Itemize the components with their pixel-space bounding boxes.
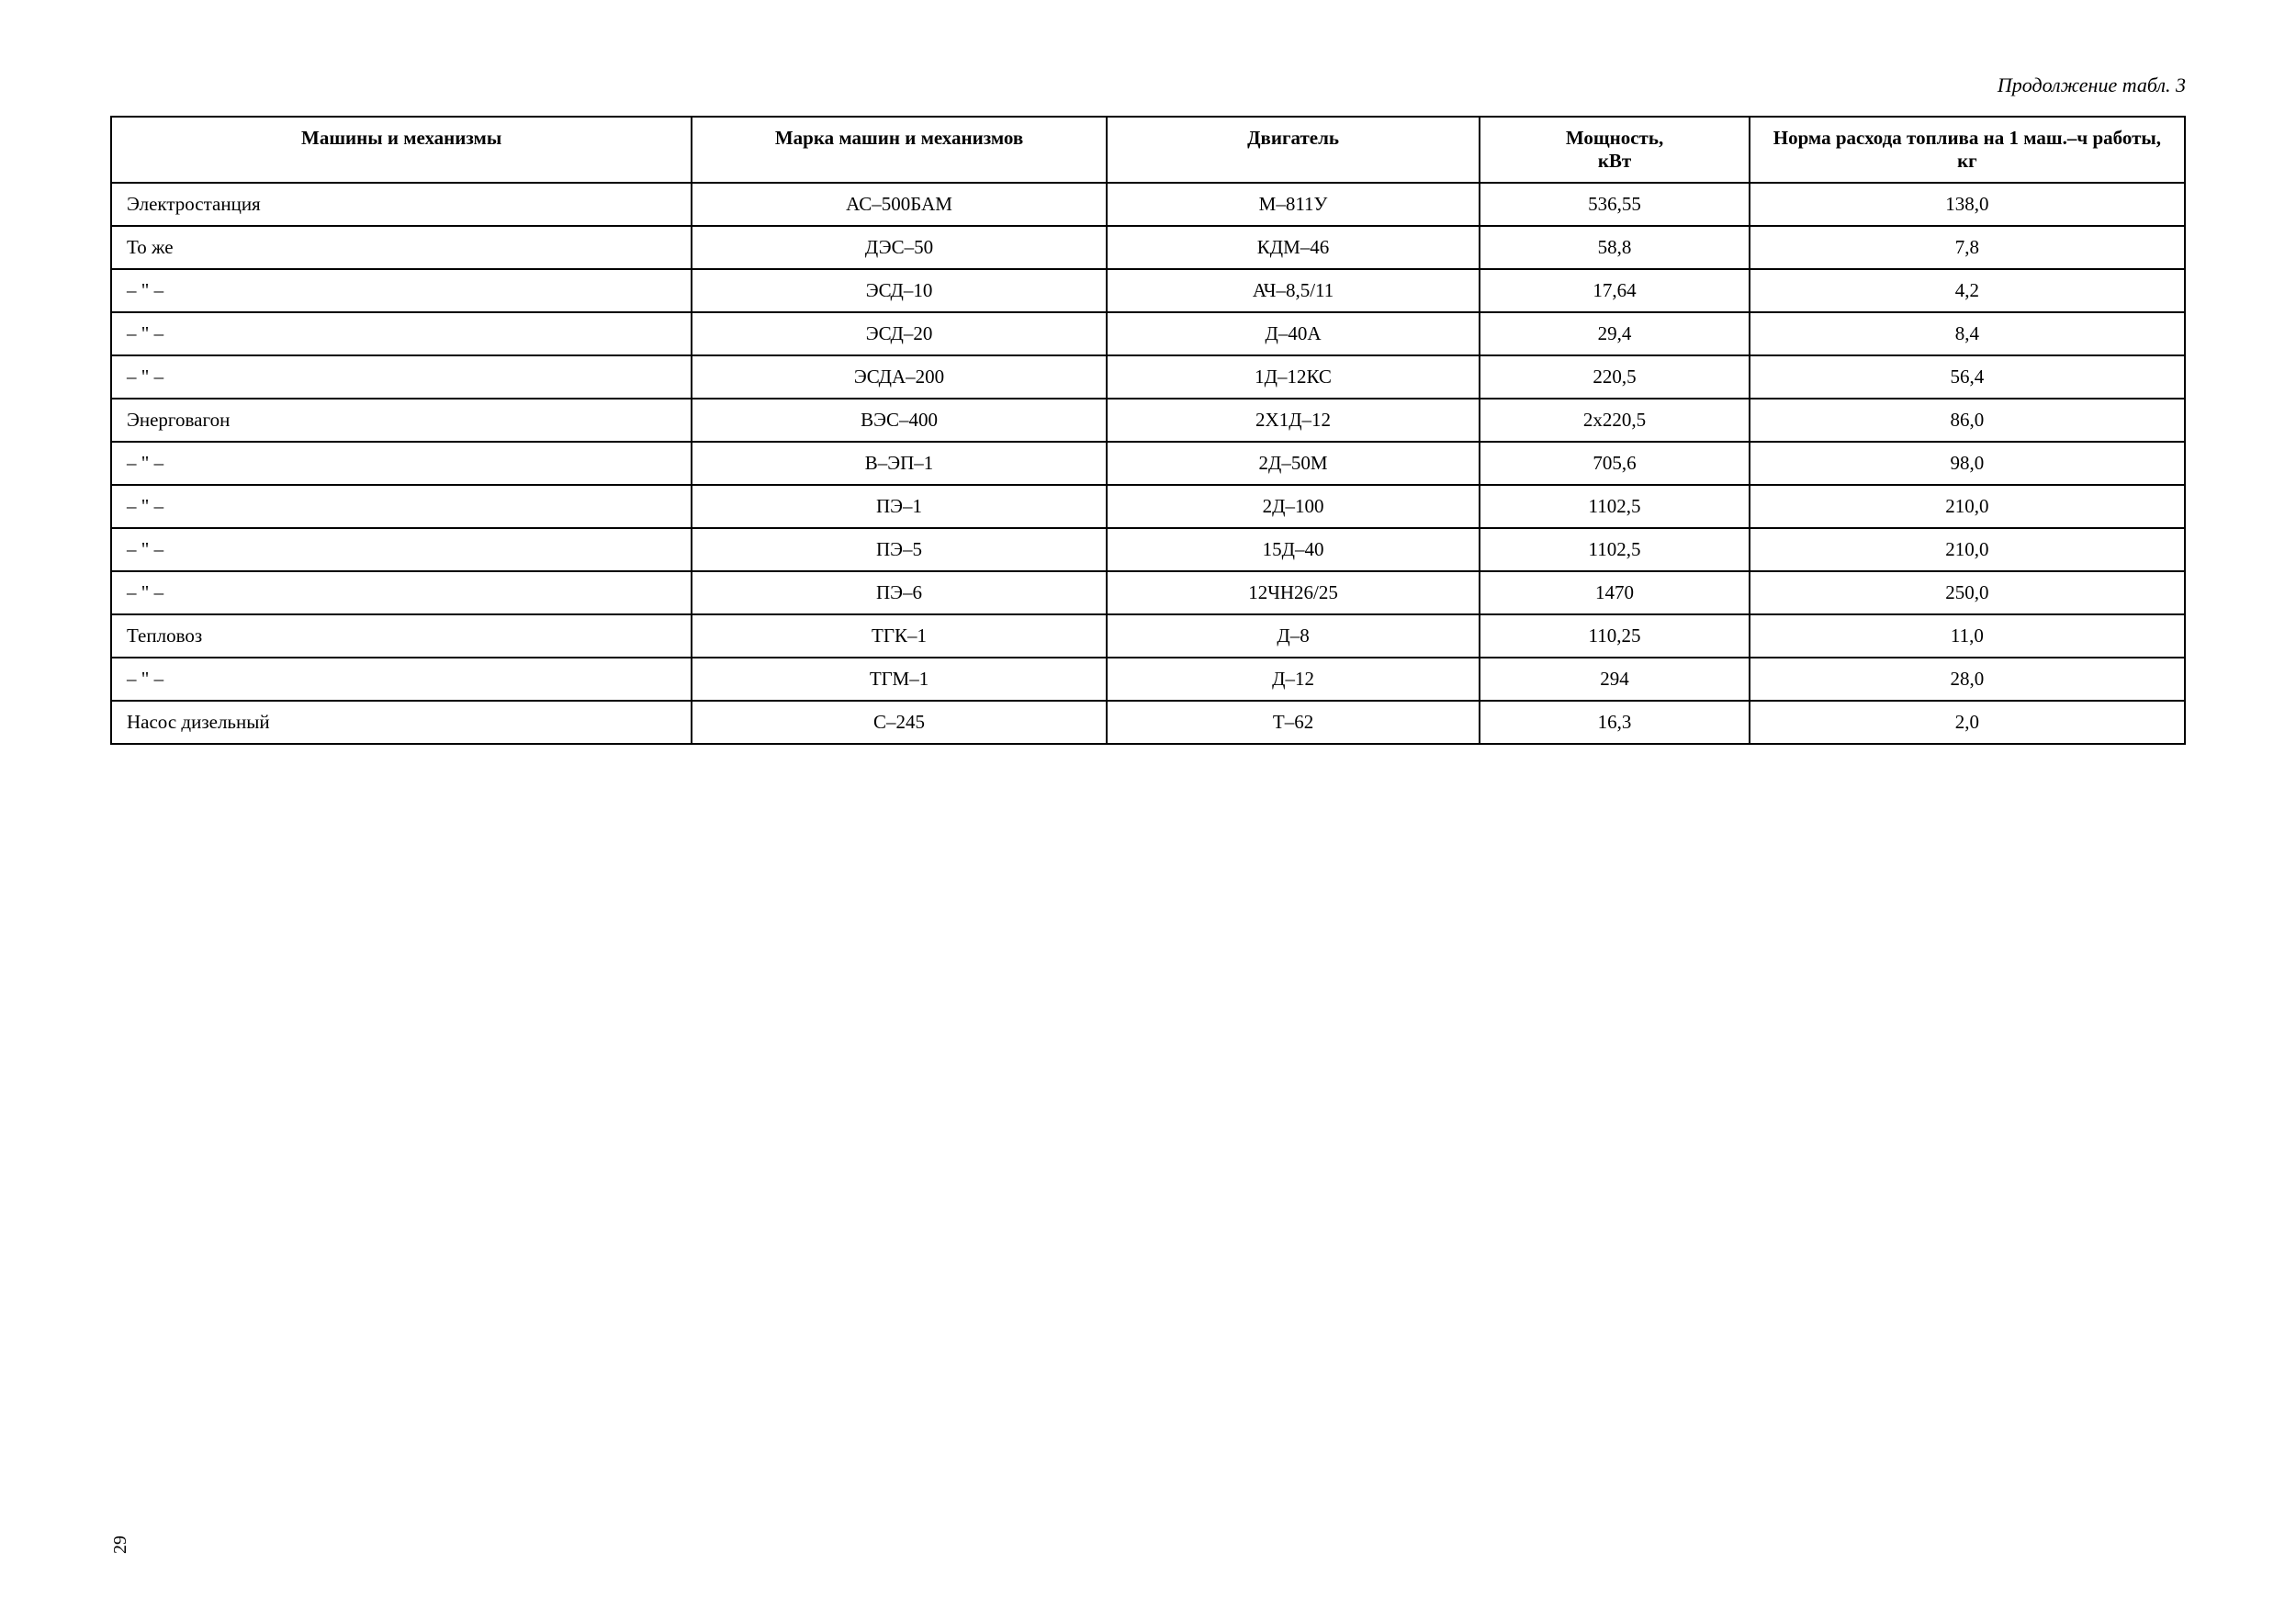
cell-power: 17,64 (1480, 269, 1750, 312)
cell-norm: 98,0 (1750, 442, 2185, 485)
cell-machine: – " – (111, 658, 692, 701)
cell-engine: Т–62 (1107, 701, 1480, 744)
cell-engine: 2Д–50М (1107, 442, 1480, 485)
cell-engine: 2Д–100 (1107, 485, 1480, 528)
cell-brand: ЭСД–20 (692, 312, 1107, 355)
cell-norm: 4,2 (1750, 269, 2185, 312)
table-row: – " –ПЭ–515Д–401102,5210,0 (111, 528, 2185, 571)
cell-engine: АЧ–8,5/11 (1107, 269, 1480, 312)
cell-power: 536,55 (1480, 183, 1750, 226)
cell-machine: – " – (111, 485, 692, 528)
cell-machine: – " – (111, 312, 692, 355)
table-row: ЭнерговагонВЭС–4002Х1Д–122х220,586,0 (111, 399, 2185, 442)
cell-machine: То же (111, 226, 692, 269)
cell-brand: АС–500БАМ (692, 183, 1107, 226)
header-machines: Машины и механизмы (111, 117, 692, 183)
cell-power: 29,4 (1480, 312, 1750, 355)
table-row: – " –ЭСД–20Д–40А29,48,4 (111, 312, 2185, 355)
cell-engine: КДМ–46 (1107, 226, 1480, 269)
table-row: – " –ЭСДА–2001Д–12КС220,556,4 (111, 355, 2185, 399)
cell-power: 220,5 (1480, 355, 1750, 399)
cell-power: 110,25 (1480, 614, 1750, 658)
cell-power: 294 (1480, 658, 1750, 701)
cell-norm: 8,4 (1750, 312, 2185, 355)
cell-machine: Тепловоз (111, 614, 692, 658)
cell-power: 2х220,5 (1480, 399, 1750, 442)
table-row: – " –В–ЭП–12Д–50М705,698,0 (111, 442, 2185, 485)
cell-engine: 1Д–12КС (1107, 355, 1480, 399)
header-brand: Марка машин и механизмов (692, 117, 1107, 183)
cell-brand: ВЭС–400 (692, 399, 1107, 442)
cell-norm: 86,0 (1750, 399, 2185, 442)
cell-machine: – " – (111, 571, 692, 614)
cell-engine: М–811У (1107, 183, 1480, 226)
page: Продолжение табл. 3 Машины и механизмы М… (0, 0, 2296, 1609)
continuation-label: Продолжение табл. 3 (110, 73, 2186, 97)
table-row: ТепловозТГК–1Д–8110,2511,0 (111, 614, 2185, 658)
cell-engine: Д–8 (1107, 614, 1480, 658)
cell-brand: ПЭ–6 (692, 571, 1107, 614)
table-row: – " –ПЭ–612ЧН26/251470250,0 (111, 571, 2185, 614)
cell-brand: ПЭ–5 (692, 528, 1107, 571)
cell-power: 1102,5 (1480, 485, 1750, 528)
header-engine: Двигатель (1107, 117, 1480, 183)
cell-brand: С–245 (692, 701, 1107, 744)
cell-brand: ТГМ–1 (692, 658, 1107, 701)
table-row: Насос дизельныйС–245Т–6216,32,0 (111, 701, 2185, 744)
cell-engine: Д–12 (1107, 658, 1480, 701)
table-row: ЭлектростанцияАС–500БАММ–811У536,55138,0 (111, 183, 2185, 226)
cell-norm: 7,8 (1750, 226, 2185, 269)
cell-power: 58,8 (1480, 226, 1750, 269)
cell-machine: – " – (111, 269, 692, 312)
table-row: То жеДЭС–50КДМ–4658,87,8 (111, 226, 2185, 269)
cell-norm: 138,0 (1750, 183, 2185, 226)
table-header-row: Машины и механизмы Марка машин и механиз… (111, 117, 2185, 183)
cell-engine: 12ЧН26/25 (1107, 571, 1480, 614)
cell-norm: 250,0 (1750, 571, 2185, 614)
cell-engine: Д–40А (1107, 312, 1480, 355)
cell-machine: Энерговагон (111, 399, 692, 442)
cell-brand: ЭСД–10 (692, 269, 1107, 312)
cell-machine: – " – (111, 528, 692, 571)
cell-norm: 2,0 (1750, 701, 2185, 744)
cell-power: 16,3 (1480, 701, 1750, 744)
cell-brand: В–ЭП–1 (692, 442, 1107, 485)
cell-machine: Насос дизельный (111, 701, 692, 744)
cell-norm: 56,4 (1750, 355, 2185, 399)
cell-brand: ПЭ–1 (692, 485, 1107, 528)
header-power: Мощность,кВт (1480, 117, 1750, 183)
cell-engine: 2Х1Д–12 (1107, 399, 1480, 442)
cell-power: 1470 (1480, 571, 1750, 614)
cell-power: 705,6 (1480, 442, 1750, 485)
cell-norm: 11,0 (1750, 614, 2185, 658)
cell-engine: 15Д–40 (1107, 528, 1480, 571)
cell-machine: – " – (111, 442, 692, 485)
table-row: – " –ЭСД–10АЧ–8,5/1117,644,2 (111, 269, 2185, 312)
header-norm: Норма расхода топлива на 1 маш.–ч работы… (1750, 117, 2185, 183)
page-number: 29 (110, 1536, 131, 1554)
cell-brand: ЭСДА–200 (692, 355, 1107, 399)
cell-brand: ДЭС–50 (692, 226, 1107, 269)
table-row: – " –ТГМ–1Д–1229428,0 (111, 658, 2185, 701)
cell-norm: 28,0 (1750, 658, 2185, 701)
table-row: – " –ПЭ–12Д–1001102,5210,0 (111, 485, 2185, 528)
cell-norm: 210,0 (1750, 528, 2185, 571)
cell-brand: ТГК–1 (692, 614, 1107, 658)
main-table: Машины и механизмы Марка машин и механиз… (110, 116, 2186, 745)
cell-power: 1102,5 (1480, 528, 1750, 571)
cell-machine: – " – (111, 355, 692, 399)
cell-norm: 210,0 (1750, 485, 2185, 528)
cell-machine: Электростанция (111, 183, 692, 226)
table-body: ЭлектростанцияАС–500БАММ–811У536,55138,0… (111, 183, 2185, 744)
